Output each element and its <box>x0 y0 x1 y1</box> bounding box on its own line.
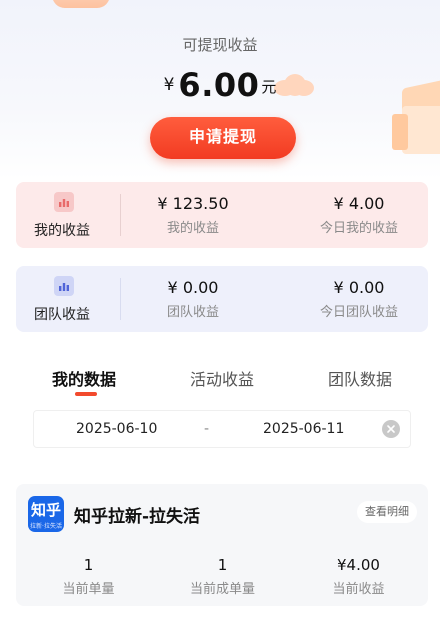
team-total-earnings: ¥ 0.00 团队收益 <box>118 278 268 320</box>
date-range-picker[interactable]: 2025-06-10 - 2025-06-11 <box>33 410 411 448</box>
zhihu-logo: 知乎 拉新·拉失活 <box>28 496 64 532</box>
stat-value: 1 <box>83 556 94 574</box>
team-today-earnings: ¥ 0.00 今日团队收益 <box>284 278 434 320</box>
apply-withdraw-button[interactable]: 申请提现 <box>150 117 296 159</box>
view-details-button[interactable]: 查看明细 <box>357 501 417 523</box>
stat-label: 当前成单量 <box>189 582 255 597</box>
stat-value: ¥ 123.50 <box>157 194 229 213</box>
my-today-earnings: ¥ 4.00 今日我的收益 <box>284 194 434 236</box>
current-earnings: ¥4.00 当前收益 <box>290 556 427 597</box>
data-tabs: 我的数据 活动收益 团队数据 <box>0 366 440 400</box>
clear-icon[interactable] <box>382 420 400 438</box>
team-earnings-card: 团队收益 ¥ 0.00 团队收益 ¥ 0.00 今日团队收益 <box>16 266 428 332</box>
active-tab-indicator <box>75 392 97 396</box>
withdrawable-label: 可提现收益 <box>182 36 258 54</box>
logo-subtext: 拉新·拉失活 <box>30 523 62 530</box>
currency-symbol: ¥ <box>163 75 175 95</box>
date-separator: - <box>204 421 210 437</box>
current-orders: 1 当前单量 <box>20 556 157 597</box>
stat-label: 团队收益 <box>166 305 219 320</box>
stat-value: ¥ 0.00 <box>333 278 385 297</box>
my-total-earnings: ¥ 123.50 我的收益 <box>118 194 268 236</box>
current-completed-orders: 1 当前成单量 <box>154 556 291 597</box>
bar-chart-icon <box>54 192 74 212</box>
stat-label: 今日团队收益 <box>319 305 398 320</box>
tab-team-data[interactable]: 团队数据 <box>328 366 392 390</box>
tab-activity-earnings[interactable]: 活动收益 <box>190 366 254 390</box>
task-title: 知乎拉新-拉失活 <box>74 507 201 527</box>
amount-unit: 元 <box>261 78 277 96</box>
end-date[interactable]: 2025-06-11 <box>263 421 344 437</box>
decoration-shape <box>52 0 110 8</box>
stat-value: 1 <box>217 556 228 574</box>
tab-my-data[interactable]: 我的数据 <box>52 366 116 390</box>
stat-label: 我的收益 <box>166 221 219 236</box>
start-date[interactable]: 2025-06-10 <box>76 421 157 437</box>
stat-value: ¥ 4.00 <box>333 194 385 213</box>
logo-text: 知乎 <box>30 501 61 519</box>
stat-label: 今日我的收益 <box>319 221 398 236</box>
bar-chart-icon <box>54 276 74 296</box>
team-earnings-label: 团队收益 <box>34 307 90 323</box>
stat-label: 当前单量 <box>62 582 115 597</box>
stat-value: ¥4.00 <box>337 556 380 574</box>
withdrawable-amount: ¥6.00 元 <box>0 66 440 104</box>
task-card: 知乎 拉新·拉失活 知乎拉新-拉失活 查看明细 1 当前单量 1 当前成单量 ¥… <box>16 484 428 606</box>
my-earnings-card: 我的收益 ¥ 123.50 我的收益 ¥ 4.00 今日我的收益 <box>16 182 428 248</box>
amount-value: 6.00 <box>178 66 260 104</box>
stat-label: 当前收益 <box>332 582 385 597</box>
stat-value: ¥ 0.00 <box>167 278 219 297</box>
my-earnings-label: 我的收益 <box>34 223 90 239</box>
